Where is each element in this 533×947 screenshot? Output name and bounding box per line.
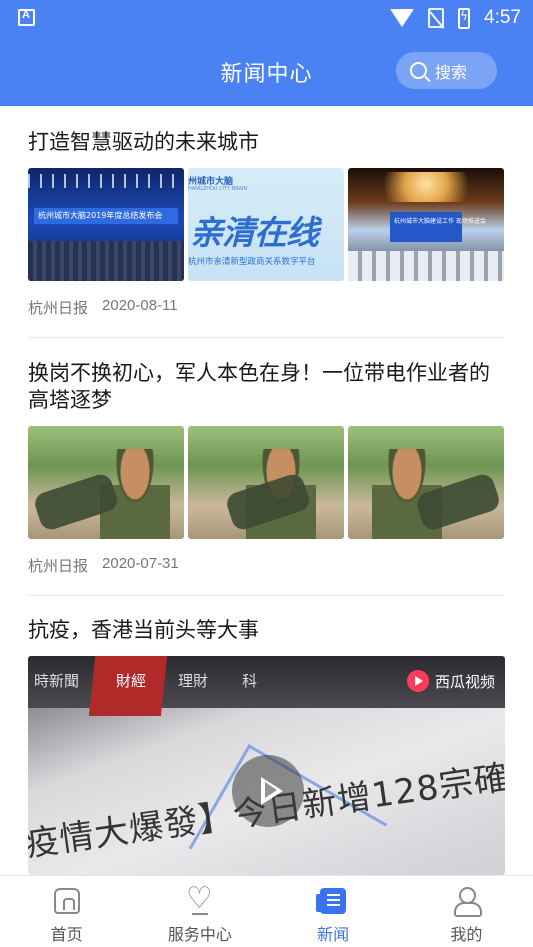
article-thumbnail[interactable] bbox=[28, 426, 184, 539]
video-brand-label: 西瓜视频 bbox=[434, 672, 495, 691]
nav-service-center[interactable]: 服务中心 bbox=[133, 876, 266, 947]
video-source-badge: 西瓜视频 bbox=[406, 670, 495, 692]
video-tab-text: 科 bbox=[242, 672, 258, 690]
thumbnail-caption: 杭州城市大脑2019年度总结发布会 bbox=[38, 211, 163, 220]
search-button[interactable]: 搜索 bbox=[396, 52, 497, 89]
user-icon bbox=[453, 887, 483, 917]
xigua-video-icon bbox=[406, 670, 429, 692]
article-thumbnail[interactable]: 杭州城市大脑建设工作 现场推进会 bbox=[348, 168, 504, 281]
home-icon bbox=[53, 888, 80, 914]
article-title[interactable]: 打造智慧驱动的未来城市 bbox=[28, 129, 505, 156]
thumbnail-caption: 杭州城市大脑建设工作 现场推进会 bbox=[394, 218, 486, 225]
article-source: 杭州日报 bbox=[28, 300, 89, 317]
video-tab-text: 理財 bbox=[178, 672, 209, 690]
article-thumbnail[interactable]: 州城市大脑 HANGZHOU CITY BRAIN 亲清在线 杭州市亲清新型政商… bbox=[188, 168, 344, 281]
app-notification-icon bbox=[18, 9, 35, 26]
thumbnail-brand-en: HANGZHOU CITY BRAIN bbox=[188, 186, 248, 192]
article-date: 2020-08-11 bbox=[102, 297, 178, 314]
nav-label: 服务中心 bbox=[167, 925, 232, 944]
article-title[interactable]: 换岗不换初心，军人本色在身！一位带电作业者的高塔逐梦 bbox=[28, 360, 505, 414]
thumbnail-footer: 杭州市亲清新型政商关系数字平台 bbox=[188, 257, 316, 267]
article-source: 杭州日报 bbox=[28, 558, 89, 575]
no-sim-icon bbox=[428, 8, 445, 28]
video-thumbnail[interactable]: 時新聞 財經 理財 科 西瓜视频 疫情大爆發】今日新增128宗確診個案 bbox=[28, 656, 505, 875]
wifi-icon bbox=[390, 9, 415, 27]
news-icon bbox=[316, 888, 347, 914]
search-label: 搜索 bbox=[435, 62, 468, 82]
article-date: 2020-07-31 bbox=[102, 555, 179, 572]
article-thumbnail[interactable]: 杭州城市大脑2019年度总结发布会 bbox=[28, 168, 184, 281]
news-article[interactable]: 打造智慧驱动的未来城市 bbox=[28, 129, 505, 156]
article-thumbnail[interactable] bbox=[188, 426, 344, 539]
video-tab-text: 財經 bbox=[116, 672, 147, 690]
nav-mine[interactable]: 我的 bbox=[400, 876, 533, 947]
nav-home[interactable]: 首页 bbox=[0, 876, 133, 947]
video-article[interactable]: 時新聞 財經 理財 科 西瓜视频 疫情大爆發】今日新增128宗確診個案 bbox=[28, 656, 505, 875]
article-thumbnails[interactable]: 杭州城市大脑2019年度总结发布会 州城市大脑 HANGZHOU CITY BR… bbox=[28, 168, 505, 281]
status-time: 4:57 bbox=[484, 7, 521, 28]
status-icons: 4:57 bbox=[390, 6, 521, 30]
article-thumbnails[interactable] bbox=[28, 426, 505, 539]
heart-service-icon bbox=[186, 881, 214, 916]
divider bbox=[28, 337, 505, 338]
divider bbox=[28, 595, 505, 596]
nav-label: 首页 bbox=[50, 925, 83, 944]
bottom-navigation: 首页 服务中心 新闻 我的 bbox=[0, 875, 533, 947]
article-title[interactable]: 抗疫，香港当前头等大事 bbox=[28, 617, 505, 644]
thumbnail-slogan: 亲清在线 bbox=[190, 213, 319, 252]
nav-label: 我的 bbox=[450, 925, 483, 944]
article-meta: 杭州日报 2020-08-11 bbox=[28, 297, 505, 318]
play-button[interactable] bbox=[232, 755, 304, 827]
news-article[interactable]: 抗疫，香港当前头等大事 bbox=[28, 617, 505, 644]
nav-news[interactable]: 新闻 bbox=[267, 876, 400, 947]
app-header: 4:57 新闻中心 搜索 bbox=[0, 0, 533, 106]
nav-label: 新闻 bbox=[317, 925, 350, 944]
news-article[interactable]: 换岗不换初心，军人本色在身！一位带电作业者的高塔逐梦 bbox=[28, 360, 505, 414]
battery-charging-icon bbox=[458, 7, 471, 29]
status-bar: 4:57 bbox=[0, 0, 533, 36]
article-meta: 杭州日报 2020-07-31 bbox=[28, 555, 505, 576]
article-thumbnail[interactable] bbox=[348, 426, 504, 539]
video-tab-text: 時新聞 bbox=[34, 672, 80, 690]
news-feed[interactable]: 打造智慧驱动的未来城市 杭州城市大脑2019年度总结发布会 州城市大脑 HANG… bbox=[0, 106, 533, 875]
search-icon bbox=[410, 62, 427, 79]
